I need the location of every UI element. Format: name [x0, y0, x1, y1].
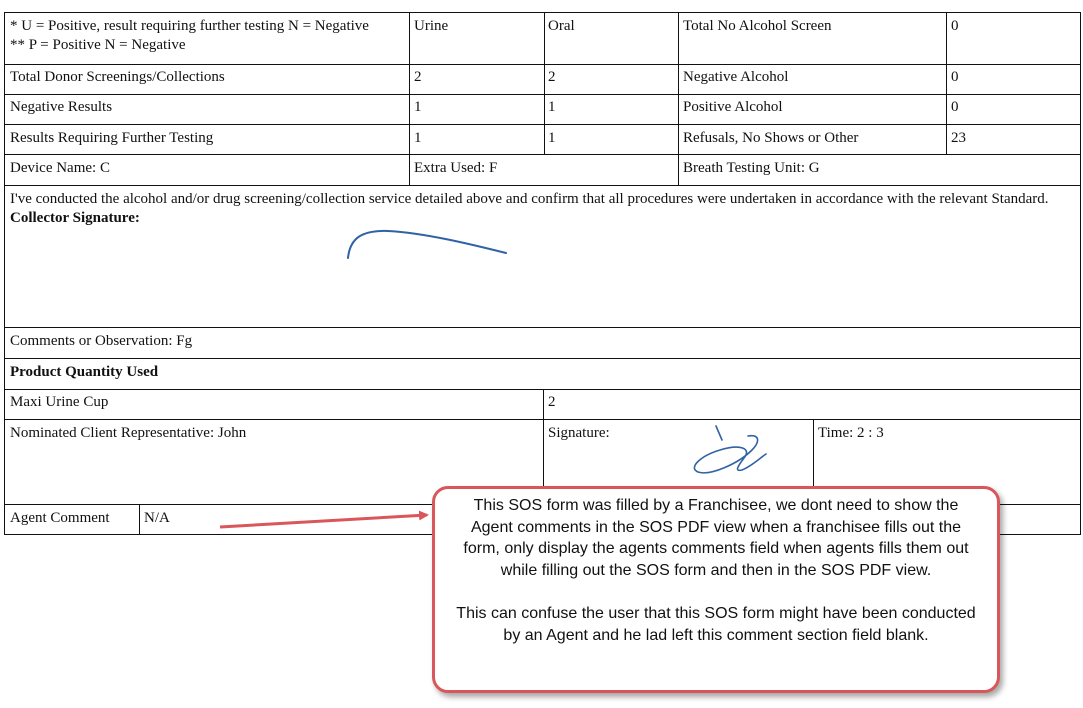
- callout-paragraph-2: This can confuse the user that this SOS …: [456, 605, 976, 644]
- callout-paragraph-1: This SOS form was filled by a Franchisee…: [463, 497, 969, 579]
- annotation-callout: This SOS form was filled by a Franchisee…: [432, 486, 1000, 693]
